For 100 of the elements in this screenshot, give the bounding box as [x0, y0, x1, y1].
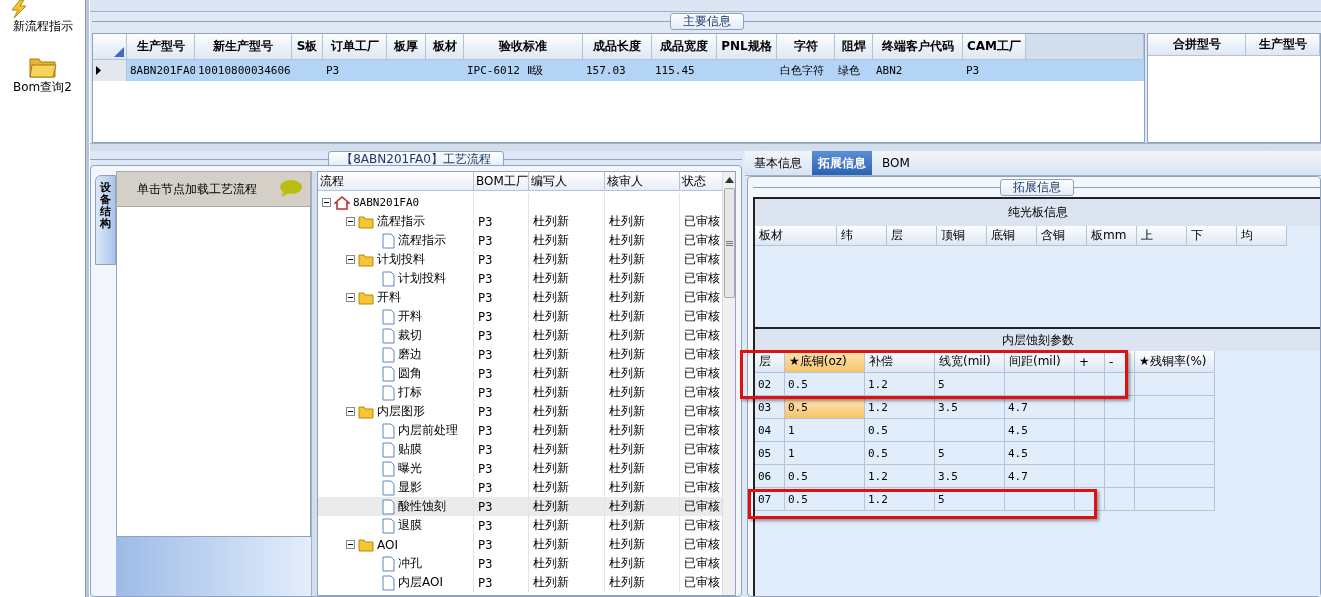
column-header[interactable]: 生产型号 — [127, 34, 195, 60]
table-cell: 0.5 — [785, 373, 865, 396]
tree-node[interactable]: 显影 — [379, 478, 425, 497]
column-header[interactable]: 顶铜 — [937, 226, 987, 246]
table-cell: 1.2 — [865, 396, 935, 419]
column-header[interactable]: 生产型号 — [1246, 34, 1320, 56]
column-header[interactable]: 上 — [1137, 226, 1187, 246]
table-cell: 8ABN201FA0 — [127, 60, 195, 81]
column-header[interactable]: 状态 — [680, 172, 722, 191]
side-tab[interactable]: 设备结构 — [95, 175, 116, 265]
table-cell: 3.5 — [935, 465, 1005, 488]
table-cell: 杜列新 — [605, 383, 680, 402]
column-header[interactable]: 层 — [887, 226, 937, 246]
column-header[interactable]: 含铜 — [1037, 226, 1087, 246]
column-header[interactable]: 均 — [1237, 226, 1287, 246]
column-header[interactable]: 核审人 — [605, 172, 680, 191]
tree-node[interactable]: 酸性蚀刻 — [379, 497, 449, 516]
column-header[interactable]: 纬 — [837, 226, 887, 246]
column-header[interactable]: 底铜 — [987, 226, 1037, 246]
tree-node[interactable]: 内层图形 — [355, 402, 428, 421]
tree-node[interactable]: 开料 — [355, 288, 404, 307]
tab[interactable]: 拓展信息 — [812, 151, 872, 175]
table-cell: P3 — [474, 212, 529, 231]
column-header[interactable]: 阻焊 — [835, 34, 873, 60]
table-cell: P3 — [474, 516, 529, 535]
table-cell: P3 — [323, 60, 387, 81]
table-cell: 杜列新 — [529, 250, 605, 269]
tree-node[interactable]: 退膜 — [379, 516, 425, 535]
column-header[interactable]: 线宽(mil) — [935, 351, 1005, 373]
table-cell: P3 — [474, 573, 529, 592]
group-title: 主要信息 — [669, 12, 744, 30]
column-header[interactable]: 板mm — [1087, 226, 1137, 246]
column-header[interactable]: + — [1075, 351, 1105, 373]
tree-node[interactable]: 内层AOI — [379, 573, 446, 592]
tree-node[interactable]: 曝光 — [379, 459, 425, 478]
table-cell: 0.5 — [785, 465, 865, 488]
column-header[interactable]: S板 — [292, 34, 323, 60]
tree-node[interactable]: 贴膜 — [379, 440, 425, 459]
column-header[interactable]: 合拼型号 — [1148, 34, 1246, 56]
table-cell: 杜列新 — [605, 535, 680, 554]
tree-node[interactable]: 流程指示 — [355, 212, 428, 231]
column-header[interactable]: 层 — [755, 351, 785, 373]
column-header[interactable]: 编写人 — [529, 172, 605, 191]
column-header[interactable]: 终端客户代码 — [873, 34, 963, 60]
column-header[interactable]: BOM工厂 — [474, 172, 529, 191]
tree-node[interactable]: 计划投料 — [379, 269, 449, 288]
table-cell: 杜列新 — [529, 212, 605, 231]
table-cell: 杜列新 — [529, 421, 605, 440]
tree-node[interactable]: 8ABN201FA0 — [331, 193, 423, 212]
table-cell: 杜列新 — [605, 497, 680, 516]
column-header[interactable]: 成品长度 — [583, 34, 652, 60]
table-cell: 5 — [935, 373, 1005, 396]
hint-text: 单击节点加载工艺流程 — [137, 180, 257, 198]
tree-node[interactable]: 圆角 — [379, 364, 425, 383]
column-header[interactable]: 补偿 — [865, 351, 935, 373]
tab[interactable]: BOM — [876, 151, 916, 175]
launcher-item[interactable]: 新流程指示 — [12, 0, 73, 35]
column-header[interactable]: 板材 — [755, 226, 837, 246]
launcher-label: 新流程指示 — [12, 18, 73, 35]
column-header[interactable]: 板厚 — [387, 34, 426, 60]
column-header[interactable]: PNL规格 — [717, 34, 777, 60]
tree-node[interactable]: 打标 — [379, 383, 425, 402]
launcher-item[interactable]: Bom查询2 — [13, 41, 72, 96]
column-header[interactable]: ★底铜(oz) — [785, 351, 865, 373]
column-header[interactable]: ★残铜率(%) — [1135, 351, 1215, 373]
table-cell: 5 — [935, 442, 1005, 465]
table-cell: 06 — [755, 465, 785, 488]
table-cell: 杜列新 — [605, 250, 680, 269]
column-header[interactable]: 验收标准 — [464, 34, 583, 60]
column-header[interactable]: 下 — [1187, 226, 1237, 246]
table-cell: ABN2 — [873, 60, 963, 81]
tree-node[interactable]: 开料 — [379, 307, 425, 326]
tab[interactable]: 基本信息 — [748, 151, 808, 175]
tree-node[interactable]: AOI — [355, 535, 401, 554]
tree-node[interactable]: 计划投料 — [355, 250, 428, 269]
column-header[interactable]: 字符 — [777, 34, 835, 60]
table-cell: 杜列新 — [529, 269, 605, 288]
section-title: 纯光板信息 — [755, 199, 1320, 226]
tree-node[interactable]: 内层前处理 — [379, 421, 461, 440]
column-header[interactable]: 板材 — [426, 34, 464, 60]
table-cell: 杜列新 — [605, 307, 680, 326]
table-cell: P3 — [474, 326, 529, 345]
table-cell: P3 — [474, 250, 529, 269]
tree-node[interactable]: 磨边 — [379, 345, 425, 364]
tree-node[interactable]: 冲孔 — [379, 554, 425, 573]
table-cell: 杜列新 — [605, 345, 680, 364]
column-header[interactable]: 间距(mil) — [1005, 351, 1075, 373]
table-cell: 04 — [755, 419, 785, 442]
table-cell: IPC-6012 Ⅱ级 — [464, 60, 583, 81]
table-cell: 白色字符 — [777, 60, 835, 81]
table-cell: 杜列新 — [605, 459, 680, 478]
column-header[interactable]: CAM工厂 — [963, 34, 1026, 60]
tree-node[interactable]: 裁切 — [379, 326, 425, 345]
table-cell: 杜列新 — [529, 345, 605, 364]
column-header[interactable]: 新生产型号 — [195, 34, 292, 60]
column-header[interactable]: 订单工厂 — [323, 34, 387, 60]
column-header[interactable]: 流程 — [318, 172, 474, 191]
tree-node[interactable]: 流程指示 — [379, 231, 449, 250]
table-cell: 杜列新 — [605, 231, 680, 250]
column-header[interactable]: 成品宽度 — [652, 34, 717, 60]
